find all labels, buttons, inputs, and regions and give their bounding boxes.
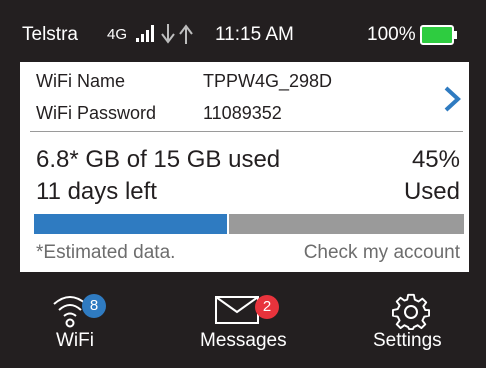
clock-time: 11:15 AM <box>215 24 294 45</box>
check-account-link[interactable]: Check my account <box>304 242 460 264</box>
bottom-nav: 8 WiFi 2 Messages Settings <box>0 272 486 368</box>
wifi-name-label: WiFi Name <box>36 71 125 91</box>
nav-messages[interactable]: 2 Messages <box>196 272 306 368</box>
signal-bars-icon <box>136 25 154 42</box>
wifi-name-value: TPPW4G_298D <box>203 71 333 91</box>
gear-icon <box>392 293 430 330</box>
nav-wifi[interactable]: 8 WiFi <box>40 272 120 368</box>
wifi-badge: 8 <box>82 294 106 318</box>
messages-badge: 2 <box>255 295 279 319</box>
nav-settings-label: Settings <box>373 330 442 351</box>
estimate-note: *Estimated data. <box>36 242 176 263</box>
device-screen: Telstra 4G 11:15 AM 100% WiFi Name TPPW4… <box>0 0 486 368</box>
wifi-password-value: 11089352 <box>203 103 282 123</box>
data-arrows-icon <box>161 24 193 44</box>
main-panel: WiFi Name TPPW4G_298D WiFi Password 1108… <box>20 62 469 272</box>
wifi-password-label: WiFi Password <box>36 103 157 123</box>
status-bar: Telstra 4G 11:15 AM 100% <box>0 0 486 62</box>
usage-bar-remaining <box>229 214 464 234</box>
nav-messages-label: Messages <box>200 330 287 351</box>
data-used-text: 6.8* GB of 15 GB used <box>36 146 281 173</box>
envelope-icon <box>215 296 259 324</box>
chevron-right-icon[interactable] <box>443 86 461 112</box>
usage-percent-label: Used <box>403 178 460 205</box>
battery-percent: 100% <box>367 24 416 45</box>
wifi-details-row[interactable]: WiFi Name TPPW4G_298D WiFi Password 1108… <box>20 62 469 130</box>
battery-icon <box>420 25 457 45</box>
nav-wifi-label: WiFi <box>56 330 94 351</box>
days-left-text: 11 days left <box>36 178 157 205</box>
usage-percent: 45% <box>411 146 460 173</box>
nav-settings[interactable]: Settings <box>370 272 454 368</box>
divider <box>30 131 463 132</box>
network-type: 4G <box>107 26 128 43</box>
carrier-name: Telstra <box>22 24 78 45</box>
usage-bar-used <box>34 214 227 234</box>
